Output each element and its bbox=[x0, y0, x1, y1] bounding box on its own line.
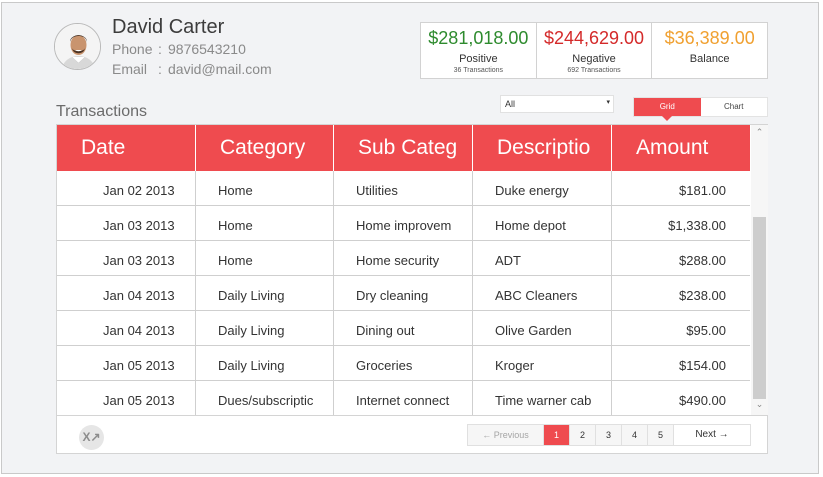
negative-label: Negative bbox=[572, 53, 616, 65]
cell-category: Dues/subscriptic bbox=[196, 381, 334, 416]
grid-header: Date Category Sub Categ Descriptio Amoun… bbox=[57, 125, 750, 171]
phone-label: Phone bbox=[112, 41, 153, 57]
balance-label: Balance bbox=[689, 53, 730, 65]
balance-summary: $36,389.00 Balance bbox=[652, 23, 767, 78]
page-button-1[interactable]: 1 bbox=[544, 425, 570, 445]
cell-date: Jan 03 2013 bbox=[57, 241, 196, 276]
table-row[interactable]: Jan 03 2013 Home Home improvem Home depo… bbox=[57, 206, 750, 241]
cell-amount: $288.00 bbox=[679, 253, 726, 268]
cell-amount: $238.00 bbox=[679, 288, 726, 303]
avatar-portrait-icon bbox=[55, 24, 100, 69]
previous-label: Previous bbox=[493, 430, 529, 440]
table-row[interactable]: Jan 04 2013 Daily Living Dining out Oliv… bbox=[57, 311, 750, 346]
table-row[interactable]: Jan 05 2013 Daily Living Groceries Kroge… bbox=[57, 346, 750, 381]
negative-amount: $244,629.00 bbox=[543, 28, 645, 48]
page-button-3[interactable]: 3 bbox=[596, 425, 622, 445]
negative-summary: $244,629.00 Negative 692 Transactions bbox=[537, 23, 653, 78]
cell-category: Home bbox=[196, 171, 334, 206]
column-header-description[interactable]: Descriptio bbox=[473, 125, 612, 171]
pagination: ← Previous 1 2 3 4 5 Next → bbox=[467, 424, 751, 446]
cell-category: Home bbox=[196, 206, 334, 241]
next-page-button[interactable]: Next → bbox=[674, 425, 750, 445]
cell-description: Kroger bbox=[473, 346, 612, 381]
transactions-grid: Date Category Sub Categ Descriptio Amoun… bbox=[56, 124, 768, 454]
cell-amount: $95.00 bbox=[686, 323, 726, 338]
cell-description: ADT bbox=[473, 241, 612, 276]
cell-date: Jan 05 2013 bbox=[57, 381, 196, 416]
positive-summary: $281,018.00 Positive 36 Transactions bbox=[421, 23, 537, 78]
cell-subcategory: Home improvem bbox=[334, 206, 473, 241]
cell-amount: $490.00 bbox=[679, 393, 726, 408]
cell-category: Daily Living bbox=[196, 346, 334, 381]
cell-date: Jan 04 2013 bbox=[57, 276, 196, 311]
scrollbar-thumb[interactable] bbox=[753, 217, 766, 399]
email-label: Email bbox=[112, 61, 148, 77]
page-button-2[interactable]: 2 bbox=[570, 425, 596, 445]
grid-body: Jan 02 2013 Home Utilities Duke energy $… bbox=[57, 171, 750, 416]
cell-subcategory: Dry cleaning bbox=[334, 276, 473, 311]
chart-view-tab[interactable]: Chart bbox=[701, 98, 768, 116]
balance-amount: $36,389.00 bbox=[664, 28, 755, 48]
summary-panel: $281,018.00 Positive 36 Transactions $24… bbox=[420, 22, 768, 79]
scroll-down-icon[interactable]: ⌄ bbox=[751, 399, 768, 413]
cell-date: Jan 04 2013 bbox=[57, 311, 196, 346]
column-header-subcategory[interactable]: Sub Categ bbox=[334, 125, 473, 171]
cell-description: Time warner cab bbox=[473, 381, 612, 416]
view-toggle: Grid Chart bbox=[633, 97, 768, 121]
positive-amount: $281,018.00 bbox=[428, 28, 529, 48]
cell-subcategory: Home security bbox=[334, 241, 473, 276]
table-row[interactable]: Jan 04 2013 Daily Living Dry cleaning AB… bbox=[57, 276, 750, 311]
excel-export-icon[interactable]: X↗ bbox=[79, 425, 104, 450]
table-row[interactable]: Jan 05 2013 Dues/subscriptic Internet co… bbox=[57, 381, 750, 416]
arrow-right-icon: → bbox=[718, 429, 729, 440]
cell-category: Home bbox=[196, 241, 334, 276]
vertical-scrollbar[interactable]: ⌃ ⌄ bbox=[751, 125, 768, 415]
cell-amount: $1,338.00 bbox=[668, 218, 726, 233]
scroll-up-icon[interactable]: ⌃ bbox=[751, 127, 768, 141]
cell-category: Daily Living bbox=[196, 276, 334, 311]
user-name: David Carter bbox=[112, 16, 225, 38]
positive-label: Positive bbox=[459, 53, 498, 65]
email-row: Email: david@mail.com bbox=[112, 61, 272, 77]
filter-select[interactable]: All ▾ bbox=[500, 95, 614, 113]
email-value: david@mail.com bbox=[168, 61, 272, 77]
page-button-5[interactable]: 5 bbox=[648, 425, 674, 445]
cell-description: ABC Cleaners bbox=[473, 276, 612, 311]
grid-footer: X↗ ← Previous 1 2 3 4 5 Next → bbox=[57, 415, 767, 453]
column-header-amount[interactable]: Amount bbox=[612, 125, 750, 171]
cell-subcategory: Internet connect bbox=[334, 381, 473, 416]
cell-description: Duke energy bbox=[473, 171, 612, 206]
page-button-4[interactable]: 4 bbox=[622, 425, 648, 445]
cell-description: Home depot bbox=[473, 206, 612, 241]
cell-subcategory: Dining out bbox=[334, 311, 473, 346]
phone-separator: : bbox=[158, 41, 162, 57]
previous-page-button[interactable]: ← Previous bbox=[468, 425, 544, 445]
next-label: Next bbox=[695, 429, 716, 440]
arrow-left-icon: ← bbox=[482, 430, 492, 440]
cell-subcategory: Groceries bbox=[334, 346, 473, 381]
table-row[interactable]: Jan 02 2013 Home Utilities Duke energy $… bbox=[57, 171, 750, 206]
caret-down-icon: ▾ bbox=[606, 99, 610, 106]
phone-value: 9876543210 bbox=[168, 41, 246, 57]
avatar bbox=[54, 23, 101, 70]
email-separator: : bbox=[158, 61, 162, 77]
cell-date: Jan 05 2013 bbox=[57, 346, 196, 381]
cell-subcategory: Utilities bbox=[334, 171, 473, 206]
phone-row: Phone:9876543210 bbox=[112, 41, 246, 57]
column-header-category[interactable]: Category bbox=[196, 125, 334, 171]
cell-category: Daily Living bbox=[196, 311, 334, 346]
cell-date: Jan 02 2013 bbox=[57, 171, 196, 206]
cell-amount: $181.00 bbox=[679, 183, 726, 198]
section-title: Transactions bbox=[56, 103, 147, 120]
cell-amount: $154.00 bbox=[679, 358, 726, 373]
negative-count: 692 Transactions bbox=[567, 67, 621, 74]
cell-description: Olive Garden bbox=[473, 311, 612, 346]
grid-view-tab[interactable]: Grid bbox=[634, 98, 701, 121]
column-header-date[interactable]: Date bbox=[57, 125, 196, 171]
filter-value: All bbox=[505, 99, 516, 109]
table-row[interactable]: Jan 03 2013 Home Home security ADT $288.… bbox=[57, 241, 750, 276]
positive-count: 36 Transactions bbox=[453, 67, 504, 74]
cell-date: Jan 03 2013 bbox=[57, 206, 196, 241]
app-window: David Carter Phone:9876543210 Email: davi… bbox=[1, 2, 819, 474]
